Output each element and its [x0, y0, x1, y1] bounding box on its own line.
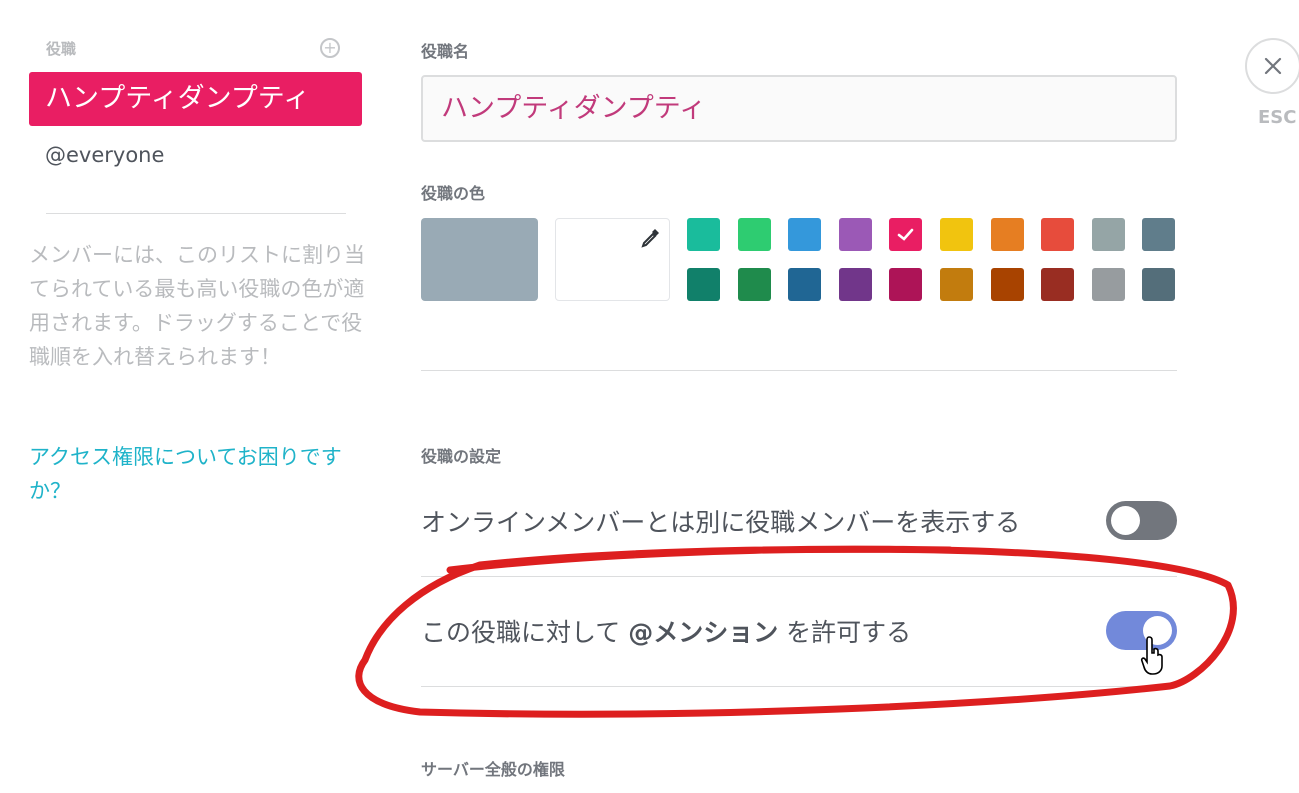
mention-setting-prefix: この役職に対して — [421, 618, 629, 647]
role-item-selected[interactable]: ハンプティダンプティ — [29, 72, 362, 126]
color-swatch[interactable] — [738, 268, 771, 301]
color-swatch[interactable] — [1142, 218, 1175, 251]
roles-header: 役職 — [46, 40, 77, 58]
close-button[interactable] — [1245, 38, 1299, 94]
role-settings-label: 役職の設定 — [421, 447, 502, 466]
color-swatch[interactable] — [1092, 268, 1125, 301]
color-swatch[interactable] — [687, 218, 720, 251]
color-swatch[interactable] — [839, 268, 872, 301]
default-color-swatch[interactable] — [421, 218, 538, 301]
roles-sidebar: 役職 + ハンプティダンプティ @everyone メンバーには、このリストに割… — [0, 0, 380, 793]
checkmark-icon — [897, 228, 914, 241]
color-swatch[interactable] — [687, 268, 720, 301]
role-order-hint: メンバーには、このリストに割り当てられている最も高い役職の色が適用されます。ドラ… — [29, 243, 365, 369]
color-swatch[interactable] — [788, 218, 821, 251]
color-swatch[interactable] — [1041, 218, 1074, 251]
color-swatch[interactable] — [1041, 268, 1074, 301]
color-swatch[interactable] — [738, 218, 771, 251]
plus-circle-icon[interactable]: + — [320, 38, 340, 58]
role-name-input[interactable]: ハンプティダンプティ — [421, 75, 1177, 142]
color-swatch[interactable] — [1142, 268, 1175, 301]
color-swatch[interactable] — [839, 218, 872, 251]
permissions-help-link[interactable]: アクセス権限についてお困りですか？ — [29, 440, 369, 508]
custom-color-picker[interactable] — [555, 218, 670, 301]
role-settings-page: 役職 + ハンプティダンプティ @everyone メンバーには、このリストに割… — [0, 0, 1299, 793]
setting-divider — [421, 576, 1177, 577]
general-permissions-label: サーバー全般の権限 — [421, 760, 565, 779]
color-swatch[interactable] — [940, 268, 973, 301]
color-swatch[interactable] — [788, 268, 821, 301]
section-divider — [421, 370, 1177, 371]
color-swatch[interactable] — [1092, 218, 1125, 251]
close-icon — [1264, 57, 1282, 75]
role-name-label: 役職名 — [421, 42, 470, 61]
color-swatch[interactable] — [889, 218, 922, 251]
mention-setting-bold: @メンション — [628, 618, 779, 647]
hand-pointer-icon — [1140, 636, 1163, 675]
eyedropper-icon — [641, 229, 659, 248]
mention-setting-suffix: を許可する — [778, 618, 912, 647]
color-swatch[interactable] — [991, 218, 1024, 251]
role-color-label: 役職の色 — [421, 184, 486, 203]
color-swatch[interactable] — [889, 268, 922, 301]
hoist-setting-label: オンラインメンバーとは別に役職メンバーを表示する — [421, 508, 1021, 537]
role-item-everyone[interactable]: @everyone — [29, 128, 362, 182]
toggle-knob — [1111, 506, 1140, 535]
hoist-toggle[interactable] — [1106, 501, 1177, 540]
color-swatch[interactable] — [940, 218, 973, 251]
color-swatch[interactable] — [991, 268, 1024, 301]
sidebar-divider — [46, 213, 346, 214]
esc-label: ESC — [1258, 107, 1297, 128]
mention-setting-label: この役職に対して @メンション を許可する — [421, 613, 911, 649]
setting-divider — [421, 686, 1177, 687]
